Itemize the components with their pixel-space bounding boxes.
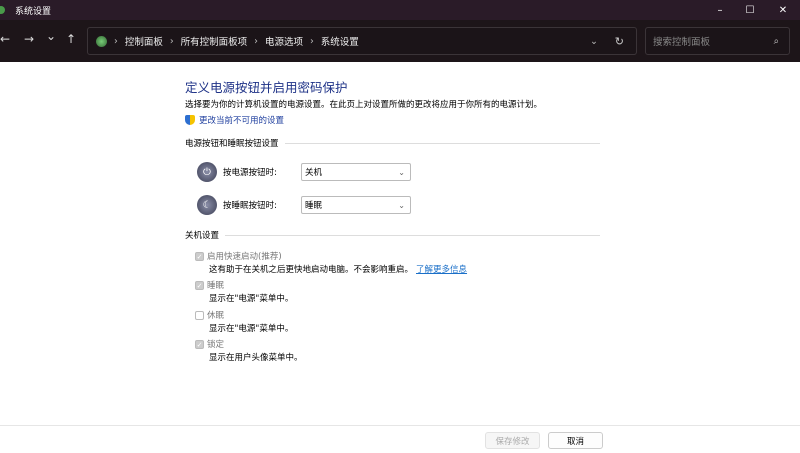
hibernate-checkbox[interactable]: 休眠 [195, 309, 224, 321]
search-input[interactable]: 搜索控制面板 ⌕ [645, 27, 790, 55]
breadcrumb-item[interactable]: 所有控制面板项 [181, 34, 248, 48]
toolbar: ← → ⌄ ↑ › 控制面板 › 所有控制面板项 › 电源选项 › 系统设置 ⌄ ↻ 搜… [0, 20, 800, 62]
power-button-label: 按电源按钮时: [223, 168, 277, 178]
sleep-button-label: 按睡眠按钮时: [223, 201, 277, 211]
recent-locations-button[interactable]: ⌄ [46, 29, 56, 43]
back-button[interactable]: ← [0, 32, 10, 46]
power-button-select[interactable]: 关机 ⌄ [301, 163, 411, 181]
search-icon[interactable]: ⌕ [774, 36, 779, 47]
fast-startup-desc: 这有助于在关机之后更快地启动电脑。不会影响重启。 了解更多信息 [209, 265, 468, 275]
sleep-checkbox[interactable]: ✓ 睡眠 [195, 279, 224, 291]
control-panel-icon [0, 6, 5, 14]
maximize-button[interactable]: ☐ [735, 0, 765, 20]
address-bar[interactable]: › 控制面板 › 所有控制面板项 › 电源选项 › 系统设置 ⌄ ↻ [87, 27, 637, 55]
minimize-button[interactable]: – [705, 0, 735, 20]
footer-divider [0, 425, 800, 426]
control-panel-icon [96, 35, 107, 47]
breadcrumb-item[interactable]: 电源选项 [265, 34, 303, 48]
page-description: 选择要为你的计算机设置的电源设置。在此页上对设置所做的更改将应用于你所有的电源计… [185, 100, 543, 110]
fast-startup-checkbox[interactable]: ✓ 启用快速启动(推荐) [195, 250, 282, 262]
window-title: 系统设置 [15, 6, 52, 17]
search-placeholder: 搜索控制面板 [653, 37, 711, 48]
chevron-down-icon: ⌄ [398, 200, 405, 210]
title-bar: 系统设置 – ☐ ✕ [0, 0, 800, 20]
hibernate-desc: 显示在"电源"菜单中。 [209, 324, 294, 334]
learn-more-link[interactable]: 了解更多信息 [416, 265, 467, 275]
section-header: 关机设置 [185, 229, 600, 241]
cancel-button[interactable]: 取消 [548, 432, 603, 449]
change-settings-label[interactable]: 更改当前不可用的设置 [199, 114, 284, 126]
chevron-down-icon: ⌄ [398, 167, 405, 177]
power-icon: ⏻ [197, 162, 217, 182]
breadcrumb-item[interactable]: 系统设置 [321, 34, 359, 48]
sleep-button-row: ☾ 按睡眠按钮时: 睡眠 ⌄ [197, 195, 411, 215]
breadcrumb-item[interactable]: 控制面板 [125, 34, 163, 48]
sleep-button-select[interactable]: 睡眠 ⌄ [301, 196, 411, 214]
chevron-down-icon[interactable]: ⌄ [590, 36, 598, 47]
power-button-row: ⏻ 按电源按钮时: 关机 ⌄ [197, 162, 411, 182]
save-button[interactable]: 保存修改 [485, 432, 540, 449]
sleep-icon: ☾ [197, 195, 217, 215]
lock-desc: 显示在用户头像菜单中。 [209, 353, 303, 363]
close-button[interactable]: ✕ [768, 0, 798, 20]
change-settings-link[interactable]: 更改当前不可用的设置 [185, 114, 284, 126]
up-button[interactable]: ↑ [66, 32, 76, 46]
page-title: 定义电源按钮并启用密码保护 [185, 80, 348, 95]
shield-icon [185, 115, 195, 125]
section-header: 电源按钮和睡眠按钮设置 [185, 137, 600, 149]
lock-checkbox[interactable]: ✓ 锁定 [195, 338, 224, 350]
forward-button[interactable]: → [24, 32, 34, 46]
refresh-icon[interactable]: ↻ [615, 35, 624, 48]
sleep-desc: 显示在"电源"菜单中。 [209, 294, 294, 304]
